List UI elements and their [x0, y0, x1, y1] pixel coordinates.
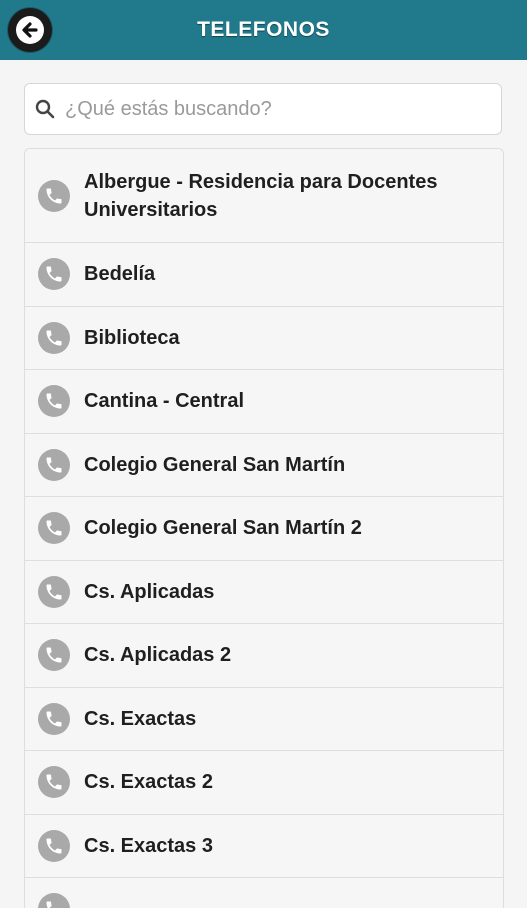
- phone-list: Albergue - Residencia para Docentes Univ…: [24, 148, 504, 908]
- list-item[interactable]: Colegio General San Martín 2: [25, 497, 503, 561]
- phone-icon: [38, 321, 70, 354]
- list-item[interactable]: Cs. Exactas: [25, 687, 503, 751]
- phone-icon: [38, 766, 70, 799]
- phone-icon: [38, 893, 70, 908]
- list-item-label: Albergue - Residencia para Docentes Univ…: [84, 170, 438, 221]
- list-item[interactable]: Albergue - Residencia para Docentes Univ…: [25, 149, 503, 243]
- phone-icon: [38, 702, 70, 735]
- list-item[interactable]: Cantina - Central: [25, 370, 503, 434]
- phone-icon: [38, 512, 70, 545]
- list-item-label: Cs. Exactas 2: [84, 771, 213, 794]
- list-item-label: Cantina - Central: [84, 390, 245, 413]
- list-item-label: Colegio General San Martín 2: [84, 517, 362, 540]
- list-item-label: Cs. Aplicadas: [84, 580, 215, 603]
- list-item[interactable]: Cs. Exactas 2: [25, 751, 503, 815]
- list-item[interactable]: Cs. Aplicadas: [25, 560, 503, 624]
- arrow-left-icon: [16, 16, 44, 44]
- list-item-label: Cs. Aplicadas 2: [84, 644, 232, 667]
- app-header: TELEFONOS: [0, 0, 527, 60]
- list-item[interactable]: Cs. Exactas 3: [25, 814, 503, 878]
- phone-icon: [38, 639, 70, 672]
- list-item[interactable]: [25, 878, 503, 908]
- list-item[interactable]: Colegio General San Martín: [25, 433, 503, 497]
- phone-icon: [38, 258, 70, 291]
- list-item[interactable]: Biblioteca: [25, 306, 503, 370]
- phone-icon: [38, 575, 70, 608]
- list-item[interactable]: Bedelía: [25, 243, 503, 307]
- back-button[interactable]: [8, 8, 52, 52]
- search-input[interactable]: [65, 97, 501, 121]
- phone-icon: [38, 179, 70, 212]
- list-item-label: Colegio General San Martín: [84, 453, 346, 476]
- phone-icon: [38, 829, 70, 862]
- list-item-label: Bedelía: [84, 263, 156, 286]
- list-item-label: Biblioteca: [84, 326, 180, 349]
- list-item-label: Cs. Exactas 3: [84, 834, 213, 857]
- phone-icon: [38, 385, 70, 418]
- list-item-label: Cs. Exactas: [84, 707, 197, 730]
- phone-icon: [38, 448, 70, 481]
- search-bar[interactable]: [24, 83, 502, 135]
- page-title: TELEFONOS: [197, 18, 330, 41]
- list-item[interactable]: Cs. Aplicadas 2: [25, 624, 503, 688]
- search-icon: [33, 97, 57, 121]
